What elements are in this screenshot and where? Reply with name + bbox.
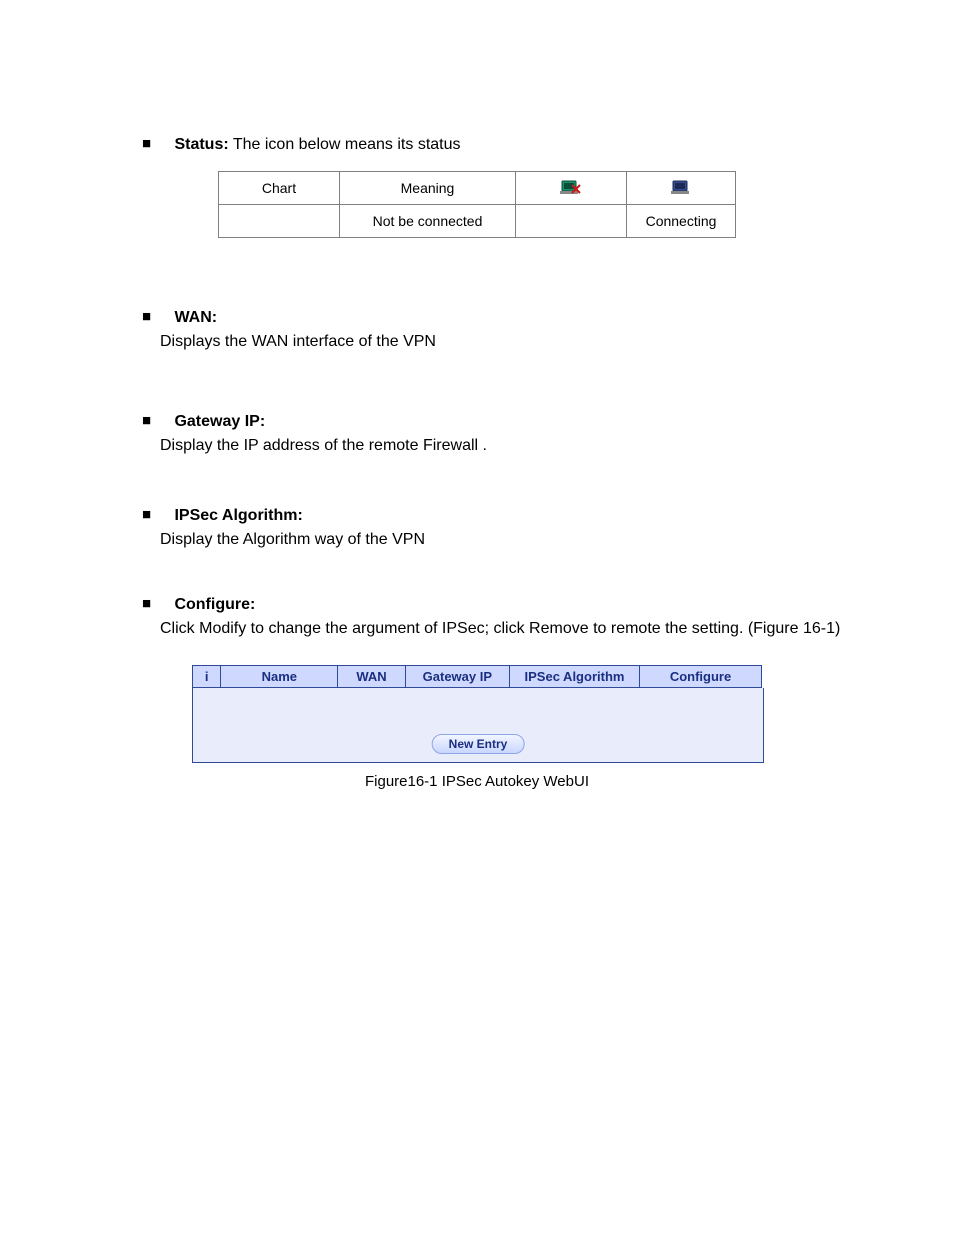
spacer <box>40 362 914 392</box>
spacer <box>40 248 914 288</box>
bullet-square-icon: ■ <box>142 504 160 527</box>
bullet-square-icon: ■ <box>142 410 160 433</box>
figure-caption: Figure16-1 IPSec Autokey WebUI <box>40 773 914 790</box>
cell-connect-icon <box>627 172 736 205</box>
col-gw-header[interactable]: Gateway IP <box>405 666 509 688</box>
ipsec-table-body: New Entry <box>192 688 764 763</box>
status-body: The icon below means its status <box>233 136 461 153</box>
configure-body: Click Modify to change the argument of I… <box>160 617 854 641</box>
col-alg-header[interactable]: IPSec Algorithm <box>509 666 639 688</box>
col-i-header[interactable]: i <box>193 666 221 688</box>
new-entry-button[interactable]: New Entry <box>432 734 525 754</box>
ipsec-table: i Name WAN Gateway IP IPSec Algorithm Co… <box>192 665 762 688</box>
ipsec-header-row: i Name WAN Gateway IP IPSec Algorithm Co… <box>193 666 762 688</box>
top-spacer <box>40 0 914 115</box>
bullet-status: ■ Status: The icon below means its statu… <box>40 133 914 157</box>
table-row: Not be connected Connecting <box>219 205 736 238</box>
wan-heading: WAN: <box>174 309 217 326</box>
table-row: Chart Meaning <box>219 172 736 205</box>
gateway-body: Display the IP address of the remote Fir… <box>160 434 854 458</box>
col-name-header[interactable]: Name <box>221 666 338 688</box>
computer-disconnect-icon <box>560 179 582 195</box>
ipsec-autokey-screenshot: i Name WAN Gateway IP IPSec Algorithm Co… <box>192 665 762 763</box>
cell-disconnect-icon <box>516 172 627 205</box>
bullet-square-icon: ■ <box>142 306 160 329</box>
cell-meaning-label: Meaning <box>340 172 516 205</box>
cell <box>219 205 340 238</box>
cell <box>516 205 627 238</box>
spacer <box>40 560 914 575</box>
col-wan-header[interactable]: WAN <box>338 666 405 688</box>
wan-body: Displays the WAN interface of the VPN <box>160 330 854 354</box>
configure-heading: Configure: <box>174 596 255 613</box>
status-meaning-table: Chart Meaning <box>218 171 736 238</box>
computer-connect-icon <box>671 179 691 195</box>
bullet-square-icon: ■ <box>142 593 160 616</box>
cell-connecting: Connecting <box>627 205 736 238</box>
document-page: ■ Status: The icon below means its statu… <box>0 0 954 1235</box>
cell-chart-label: Chart <box>219 172 340 205</box>
bullet-configure: ■ Configure: Click Modify to change the … <box>40 593 914 641</box>
bullet-gateway: ■ Gateway IP: Display the IP address of … <box>40 410 914 458</box>
cell-not-connected: Not be connected <box>340 205 516 238</box>
col-conf-header[interactable]: Configure <box>640 666 762 688</box>
gateway-heading: Gateway IP: <box>174 413 265 430</box>
algorithm-body: Display the Algorithm way of the VPN <box>160 528 854 552</box>
bullet-wan: ■ WAN: Displays the WAN interface of the… <box>40 306 914 354</box>
bullet-algorithm: ■ IPSec Algorithm: Display the Algorithm… <box>40 504 914 552</box>
bullet-square-icon: ■ <box>142 133 160 156</box>
algorithm-heading: IPSec Algorithm: <box>174 507 302 524</box>
spacer <box>40 466 914 486</box>
status-heading: Status: <box>174 136 228 153</box>
